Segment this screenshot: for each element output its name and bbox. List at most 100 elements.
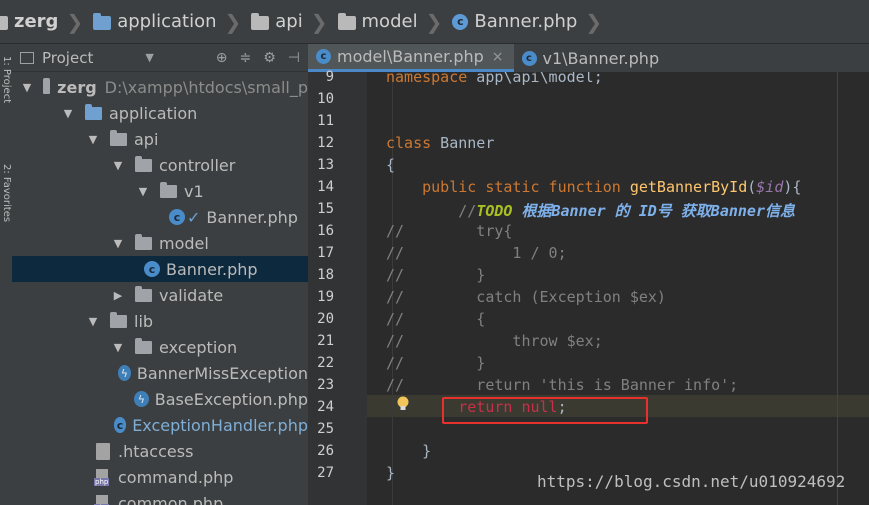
tree-item-exception[interactable]: ▼ exception [12, 334, 308, 360]
folder-icon [337, 12, 356, 30]
code-line: { [386, 156, 396, 174]
checkmark-icon: ✓ [187, 207, 201, 227]
folder-icon [135, 285, 152, 302]
tree-item--htaccess[interactable]: .htaccess [12, 438, 308, 464]
breadcrumb-item-model[interactable]: model ❯ [334, 0, 449, 43]
tree-item-label: v1 [184, 181, 204, 201]
watermark: https://blog.csdn.net/u010924692 [537, 472, 846, 491]
breadcrumb-label: zerg [14, 11, 59, 32]
breadcrumb-item-banner-php[interactable]: c Banner.php ❯ [448, 0, 608, 43]
tree-item-label: zerg [57, 77, 97, 97]
code-line: return null; [458, 398, 567, 416]
favorites-tool-window-button[interactable]: 2: Favorites [0, 164, 12, 222]
tree-item-label: ExceptionHandler.php [132, 415, 308, 435]
collapse-arrow-icon[interactable]: ▼ [113, 159, 123, 172]
tree-item-command-php[interactable]: php command.php [12, 464, 308, 490]
line-number: 18 [317, 267, 334, 283]
breadcrumb-item-zerg[interactable]: zerg ❯ [0, 0, 89, 43]
tree-item-label: common.php [118, 493, 224, 505]
folder-icon [93, 12, 112, 30]
line-number: 21 [317, 333, 334, 349]
tree-item-bannermissexception[interactable]: ϟ BannerMissException [12, 360, 308, 386]
editor-tab-model-banner[interactable]: c model\Banner.php × [308, 44, 514, 72]
collapse-arrow-icon[interactable]: ▼ [113, 237, 123, 250]
line-number: 16 [317, 223, 334, 239]
collapse-all-icon[interactable]: ≑ [240, 50, 252, 66]
line-number: 15 [317, 201, 334, 217]
gear-icon[interactable]: ⚙ [263, 50, 276, 66]
breadcrumb-item-api[interactable]: api ❯ [247, 0, 333, 43]
project-panel-header: Project ▼ ⊕ ≑ ⚙ ⊣ [12, 44, 308, 72]
collapse-arrow-icon[interactable]: ▼ [113, 341, 123, 354]
breadcrumb-label: api [275, 11, 303, 32]
code-line: // throw $ex; [386, 332, 603, 350]
folder-icon [251, 12, 270, 30]
collapse-arrow-icon[interactable]: ▼ [138, 185, 148, 198]
breadcrumb-label: application [117, 11, 217, 32]
right-margin-guide [837, 72, 838, 505]
navigation-breadcrumb: zerg ❯ application ❯ api ❯ model ❯ c Banner.php ❯ [0, 0, 869, 44]
php-class-icon: c [169, 209, 185, 225]
tree-item-controller[interactable]: ▼ controller [12, 152, 308, 178]
tree-item-exceptionhandler-php[interactable]: c ExceptionHandler.php [12, 412, 308, 438]
tree-item-banner-php[interactable]: c Banner.php [12, 256, 308, 282]
collapse-arrow-icon[interactable]: ▼ [63, 107, 73, 120]
php-class-icon: c [316, 49, 331, 64]
folder-icon [110, 311, 127, 328]
scroll-from-source-icon[interactable]: ⊕ [216, 50, 228, 66]
code-line: // return 'this is Banner info'; [386, 376, 739, 394]
code-editor[interactable]: namespace app\api\model; class Banner { pu… [367, 72, 869, 505]
chevron-down-icon[interactable]: ▼ [145, 51, 153, 64]
tree-item-label: controller [159, 155, 236, 175]
line-number: 12 [317, 135, 334, 151]
collapse-arrow-icon[interactable]: ▼ [23, 81, 31, 94]
tree-item-zerg[interactable]: ▼ zerg D:\xampp\htdocs\small_p [12, 74, 308, 100]
project-view-icon [20, 51, 34, 64]
line-number: 10 [317, 91, 334, 107]
project-panel: Project ▼ ⊕ ≑ ⚙ ⊣ ▼ zerg D:\xampp\htdocs\s… [12, 44, 308, 505]
editor-tab-bar: c model\Banner.php × c v1\Banner.php [308, 44, 869, 72]
tree-item-label: BaseException.php [154, 389, 308, 409]
collapse-arrow-icon[interactable]: ▼ [88, 315, 98, 328]
tree-item-v1[interactable]: ▼ v1 [12, 178, 308, 204]
tree-item-label: application [109, 103, 198, 123]
editor-tab-v1-banner[interactable]: c v1\Banner.php [514, 44, 670, 72]
tree-item-label: lib [134, 311, 154, 331]
tree-item-label: exception [159, 337, 238, 357]
tree-item-label: api [134, 129, 159, 149]
code-line: // try{ [386, 222, 513, 240]
chevron-right-icon: ❯ [585, 9, 603, 34]
line-number: 14 [317, 179, 334, 195]
code-line: // } [386, 266, 486, 284]
tree-item-validate[interactable]: ▶ validate [12, 282, 308, 308]
project-view-selector[interactable]: Project [42, 49, 93, 67]
hide-panel-icon[interactable]: ⊣ [288, 50, 300, 66]
tree-item-lib[interactable]: ▼ lib [12, 308, 308, 334]
collapse-arrow-icon[interactable]: ▼ [88, 133, 98, 146]
line-number: 25 [317, 421, 334, 437]
tree-item-common-php[interactable]: php common.php [12, 490, 308, 505]
breadcrumb-label: Banner.php [474, 11, 578, 32]
breadcrumb-item-application[interactable]: application ❯ [89, 0, 247, 43]
tree-item-application[interactable]: ▼ application [12, 100, 308, 126]
code-line: class Banner [386, 134, 495, 152]
tree-item-baseexception-php[interactable]: ϟ BaseException.php [12, 386, 308, 412]
line-number: 27 [317, 465, 334, 481]
breadcrumb-label: model [361, 11, 418, 32]
expand-arrow-icon[interactable]: ▶ [113, 289, 123, 302]
line-number: 24 [317, 399, 334, 415]
code-line: // 1 / 0; [386, 244, 567, 262]
tree-item-label: command.php [118, 467, 234, 487]
tree-item-label: .htaccess [118, 441, 194, 461]
tree-item-api[interactable]: ▼ api [12, 126, 308, 152]
close-icon[interactable]: × [492, 49, 504, 65]
php-class-icon: c [521, 50, 537, 66]
folder-icon [135, 233, 152, 250]
project-path: D:\xampp\htdocs\small_p [104, 77, 308, 97]
line-number: 13 [317, 157, 334, 173]
folder-icon [110, 129, 127, 146]
project-tool-window-button[interactable]: 1: Project [0, 56, 12, 103]
tree-item-model[interactable]: ▼ model [12, 230, 308, 256]
line-number: 23 [317, 377, 334, 393]
tree-item-banner-php[interactable]: c ✓ Banner.php [12, 204, 308, 230]
